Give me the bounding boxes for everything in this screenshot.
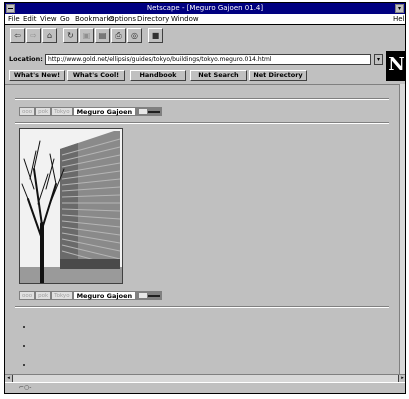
- divider: [15, 122, 389, 124]
- menu-options[interactable]: Options: [109, 14, 136, 24]
- vertical-scrollbar[interactable]: [399, 84, 405, 374]
- location-label: Location:: [9, 55, 43, 63]
- breadcrumb-item[interactable]: pok: [35, 107, 52, 116]
- menu-bar: File Edit View Go Bookmarks Options Dire…: [5, 14, 405, 25]
- bullet: [23, 345, 25, 347]
- directory-buttons: What's New! What's Cool! Handbook Net Se…: [5, 69, 405, 82]
- bullet: [23, 326, 25, 328]
- back-icon[interactable]: ⇦: [10, 28, 25, 43]
- scroll-right-icon[interactable]: ▸: [398, 375, 405, 382]
- breadcrumb-top: ooo pok Tokyo Meguro Gajoen: [19, 107, 163, 116]
- print-icon[interactable]: ⎙: [111, 28, 126, 43]
- home-icon[interactable]: ⌂: [42, 28, 57, 43]
- divider: [15, 98, 389, 100]
- horizontal-scrollbar[interactable]: ◂ ▸: [5, 374, 405, 382]
- find-icon[interactable]: ◎: [127, 28, 142, 43]
- toolbar: ⇦ ⇨ ⌂ ↻ ▣ ▤ ⎙ ◎ ■: [5, 25, 405, 49]
- minimize-icon[interactable]: ▾: [395, 4, 404, 13]
- menu-help[interactable]: Help: [393, 14, 405, 24]
- breadcrumb-item[interactable]: ooo: [19, 107, 36, 116]
- location-input[interactable]: http://www.gold.net/ellipsis/guides/toky…: [45, 54, 371, 65]
- security-key-icon: ⌐○-: [19, 384, 32, 391]
- window-title: Netscape - [Meguro Gajoen 01.4]: [146, 4, 264, 12]
- forward-icon[interactable]: ⇨: [26, 28, 41, 43]
- breadcrumb-bottom: ooo pok Tokyo Meguro Gajoen: [19, 291, 163, 300]
- reload-icon[interactable]: ↻: [63, 28, 78, 43]
- divider: [15, 306, 389, 308]
- net-search-button[interactable]: Net Search: [190, 70, 247, 81]
- breadcrumb-current: Meguro Gajoen: [72, 107, 137, 116]
- whats-cool-button[interactable]: What's Cool!: [67, 70, 125, 81]
- whats-new-button[interactable]: What's New!: [9, 70, 65, 81]
- stop-icon[interactable]: ■: [148, 28, 163, 43]
- open-icon[interactable]: ▤: [95, 28, 110, 43]
- breadcrumb-item[interactable]: Tokyo: [51, 107, 73, 116]
- browser-window: Netscape - [Meguro Gajoen 01.4] ▾ File E…: [4, 2, 406, 394]
- breadcrumb-item[interactable]: Tokyo: [51, 291, 73, 300]
- menu-directory[interactable]: Directory: [137, 14, 169, 24]
- breadcrumb-image-icon[interactable]: [136, 291, 163, 300]
- location-bar: Location: http://www.gold.net/ellipsis/g…: [5, 53, 405, 67]
- scroll-left-icon[interactable]: ◂: [5, 375, 13, 382]
- breadcrumb-current: Meguro Gajoen: [72, 291, 137, 300]
- building-photo[interactable]: [19, 128, 123, 284]
- location-dropdown-icon[interactable]: ▾: [374, 54, 383, 65]
- breadcrumb-item[interactable]: pok: [35, 291, 52, 300]
- handbook-button[interactable]: Handbook: [130, 70, 186, 81]
- net-directory-button[interactable]: Net Directory: [249, 70, 307, 81]
- status-bar: ⌐○-: [5, 382, 405, 393]
- menu-view[interactable]: View: [40, 14, 57, 24]
- bullet: [23, 364, 25, 366]
- images-icon[interactable]: ▣: [79, 28, 94, 43]
- breadcrumb-item[interactable]: ooo: [19, 291, 36, 300]
- breadcrumb-image-icon[interactable]: [136, 107, 163, 116]
- menu-edit[interactable]: Edit: [23, 14, 37, 24]
- title-bar[interactable]: Netscape - [Meguro Gajoen 01.4] ▾: [5, 3, 405, 14]
- menu-file[interactable]: File: [8, 14, 20, 24]
- menu-window[interactable]: Window: [171, 14, 199, 24]
- menu-go[interactable]: Go: [60, 14, 70, 24]
